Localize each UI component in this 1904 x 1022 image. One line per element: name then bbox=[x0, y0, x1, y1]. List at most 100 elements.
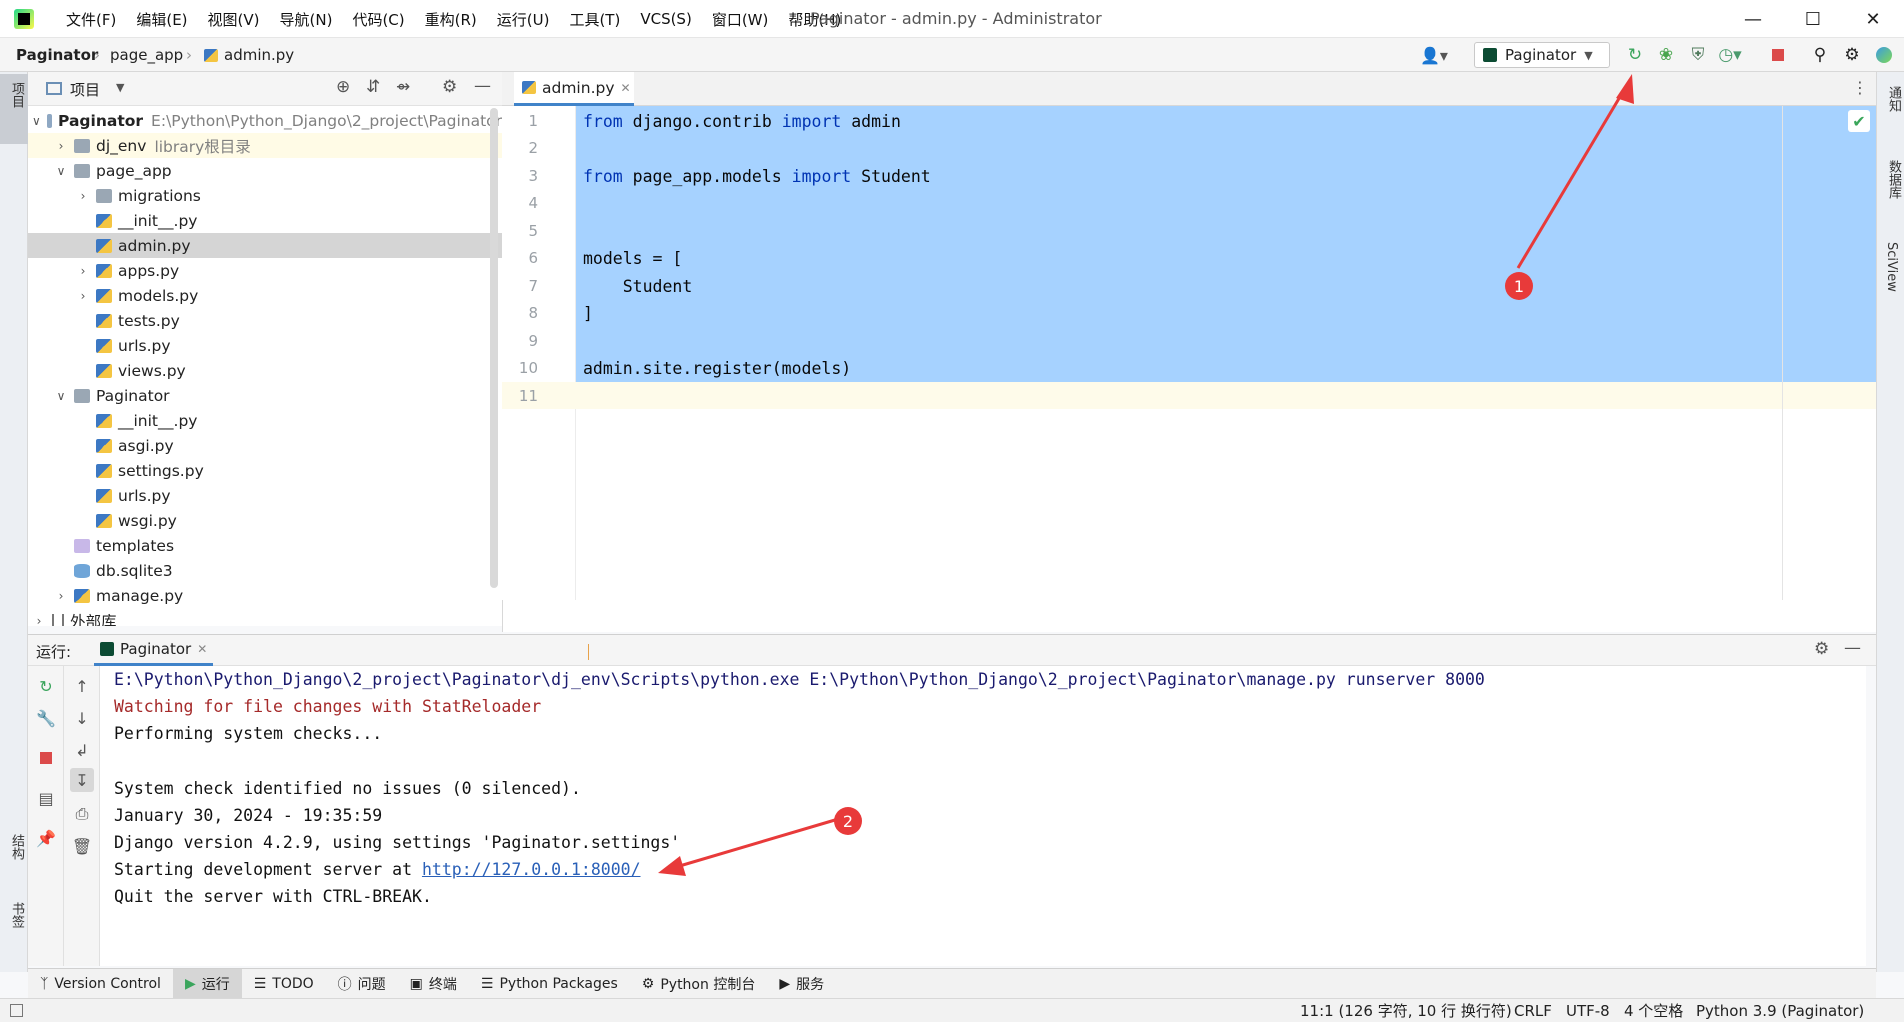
tree-item-tests-py[interactable]: tests.py bbox=[28, 308, 502, 333]
tree-item-asgi-py[interactable]: asgi.py bbox=[28, 433, 502, 458]
gear-icon[interactable]: ⚙ bbox=[1838, 40, 1866, 70]
maximize-button[interactable]: ☐ bbox=[1790, 0, 1836, 38]
packages-icon: ☰ bbox=[480, 975, 494, 992]
hide-panel-icon[interactable]: — bbox=[1844, 638, 1861, 658]
menu-refactor[interactable]: 重构(R) bbox=[415, 9, 487, 30]
tool-problems[interactable]: ⓘ 问题 bbox=[326, 969, 398, 999]
breadcrumb-project[interactable]: Paginator bbox=[16, 38, 98, 72]
tree-item-manage-py[interactable]: › manage.py bbox=[28, 583, 502, 608]
rerun-icon[interactable]: ↻ bbox=[34, 674, 58, 698]
tab-admin-py[interactable]: admin.py ✕ bbox=[514, 72, 634, 106]
layout-icon[interactable]: ▤ bbox=[34, 786, 58, 810]
inspection-ok-icon[interactable]: ✔ bbox=[1848, 110, 1870, 132]
wrench-icon[interactable]: 🔧 bbox=[34, 706, 58, 730]
menu-vcs[interactable]: VCS(S) bbox=[630, 10, 701, 28]
tree-item-external-libraries[interactable]: › 外部库 bbox=[28, 608, 502, 626]
menu-code[interactable]: 代码(C) bbox=[342, 9, 414, 30]
tree-scrollbar[interactable] bbox=[490, 108, 498, 588]
debug-icon[interactable]: ❀ bbox=[1652, 40, 1680, 70]
close-tab-icon[interactable]: ✕ bbox=[621, 81, 631, 95]
tool-services[interactable]: ▶ 服务 bbox=[767, 969, 836, 999]
hide-panel-icon[interactable]: — bbox=[474, 76, 491, 96]
tree-item-paginator-package[interactable]: ∨ Paginator bbox=[28, 383, 502, 408]
arrow-up-icon[interactable]: ↑ bbox=[70, 674, 94, 698]
tree-item-apps-py[interactable]: › apps.py bbox=[28, 258, 502, 283]
line-separator[interactable]: CRLF bbox=[1514, 999, 1552, 1022]
tree-item-urls-py[interactable]: urls.py bbox=[28, 483, 502, 508]
tool-run[interactable]: ▶ 运行 bbox=[172, 968, 242, 999]
chevron-down-icon[interactable]: ▼ bbox=[116, 81, 124, 94]
menu-view[interactable]: 视图(V) bbox=[198, 9, 270, 30]
tree-item-init-py[interactable]: __init__.py bbox=[28, 208, 502, 233]
tree-item-page-app[interactable]: ∨ page_app bbox=[28, 158, 502, 183]
tool-python-packages[interactable]: ☰ Python Packages bbox=[469, 969, 630, 999]
pin-icon[interactable]: 📌 bbox=[34, 826, 58, 850]
tree-item-templates[interactable]: templates bbox=[28, 533, 502, 558]
tree-item-models-py[interactable]: › models.py bbox=[28, 283, 502, 308]
menu-navigate[interactable]: 导航(N) bbox=[270, 9, 343, 30]
print-icon[interactable]: ⎙ bbox=[70, 802, 94, 826]
toolbox-icon[interactable] bbox=[1870, 40, 1898, 70]
tree-item-migrations[interactable]: › migrations bbox=[28, 183, 502, 208]
tree-item-label: urls.py bbox=[118, 336, 171, 355]
tool-terminal[interactable]: ▣ 终端 bbox=[398, 969, 469, 999]
tree-item-label: admin.py bbox=[118, 236, 191, 255]
collapse-all-icon[interactable]: ⇴ bbox=[396, 77, 410, 97]
stop-icon[interactable] bbox=[1764, 40, 1792, 70]
caret-position[interactable]: 11:1 (126 字符, 10 行 换行符) bbox=[1300, 999, 1512, 1022]
tree-item-dj-env[interactable]: › dj_env library根目录 bbox=[28, 133, 502, 158]
run-tab-paginator[interactable]: Paginator ✕ bbox=[94, 635, 214, 666]
python-file-icon bbox=[96, 513, 112, 528]
tree-item-init-py[interactable]: __init__.py bbox=[28, 408, 502, 433]
breadcrumb-folder[interactable]: page_app bbox=[110, 38, 183, 72]
expand-all-icon[interactable]: ⇵ bbox=[366, 77, 380, 97]
tree-item-wsgi-py[interactable]: wsgi.py bbox=[28, 508, 502, 533]
python-interpreter[interactable]: Python 3.9 (Paginator) bbox=[1696, 999, 1864, 1022]
minimize-button[interactable]: — bbox=[1730, 0, 1776, 38]
user-icon[interactable]: 👤▾ bbox=[1420, 46, 1448, 65]
scroll-to-end-icon[interactable]: ↧ bbox=[70, 768, 94, 792]
database-tool-label[interactable]: 数据库 bbox=[1884, 160, 1903, 199]
search-icon[interactable]: ⚲ bbox=[1806, 40, 1834, 70]
tree-item-urls-py[interactable]: urls.py bbox=[28, 333, 502, 358]
tool-version-control[interactable]: ᛉ Version Control bbox=[28, 969, 173, 999]
notifications-tool-label[interactable]: 通知 bbox=[1884, 86, 1903, 112]
tool-todo[interactable]: ☰ TODO bbox=[242, 969, 326, 999]
tool-python-console[interactable]: ⚙ Python 控制台 bbox=[630, 969, 768, 999]
tree-item-project-root[interactable]: ∨ Paginator E:\Python\Python_Django\2_pr… bbox=[28, 108, 502, 133]
project-panel-title[interactable]: 项目 bbox=[70, 79, 100, 100]
bookmarks-tool-label[interactable]: 书签 bbox=[7, 902, 26, 928]
menu-window[interactable]: 窗口(W) bbox=[702, 9, 779, 30]
tree-item-views-py[interactable]: views.py bbox=[28, 358, 502, 383]
tree-item-admin-py[interactable]: admin.py bbox=[28, 233, 502, 258]
menu-file[interactable]: 文件(F) bbox=[56, 9, 126, 30]
gear-icon[interactable]: ⚙ bbox=[442, 77, 457, 97]
sciview-tool-label[interactable]: SciView bbox=[1884, 242, 1899, 292]
close-tab-icon[interactable]: ✕ bbox=[197, 642, 207, 656]
stop-icon[interactable] bbox=[34, 746, 58, 770]
line-number: 5 bbox=[528, 222, 538, 240]
project-tool-button[interactable]: 项目 bbox=[0, 74, 28, 144]
soft-wrap-icon[interactable]: ↲ bbox=[70, 738, 94, 762]
indent-setting[interactable]: 4 个空格 bbox=[1624, 999, 1683, 1022]
line-number: 4 bbox=[528, 194, 538, 212]
menu-tools[interactable]: 工具(T) bbox=[559, 9, 630, 30]
arrow-down-icon[interactable]: ↓ bbox=[70, 706, 94, 730]
close-window-button[interactable]: ✕ bbox=[1850, 0, 1896, 38]
menu-run[interactable]: 运行(U) bbox=[487, 9, 560, 30]
gear-icon[interactable]: ⚙ bbox=[1814, 639, 1829, 659]
file-encoding[interactable]: UTF-8 bbox=[1566, 999, 1610, 1022]
toggle-tool-windows-icon[interactable] bbox=[10, 1004, 23, 1017]
coverage-icon[interactable]: ⛨ bbox=[1684, 40, 1712, 70]
profile-icon[interactable]: ◷▾ bbox=[1716, 40, 1744, 70]
tree-item-settings-py[interactable]: settings.py bbox=[28, 458, 502, 483]
server-url-link[interactable]: http://127.0.0.1:8000/ bbox=[422, 860, 641, 879]
more-options-icon[interactable]: ⋮ bbox=[1852, 78, 1868, 97]
locate-icon[interactable]: ⊕ bbox=[336, 77, 350, 97]
tree-item-db-sqlite3[interactable]: db.sqlite3 bbox=[28, 558, 502, 583]
trash-icon[interactable]: 🗑 bbox=[70, 834, 94, 858]
tree-item-label: Paginator bbox=[96, 386, 170, 405]
structure-tool-label[interactable]: 结构 bbox=[7, 834, 26, 860]
menu-edit[interactable]: 编辑(E) bbox=[126, 9, 197, 30]
breadcrumb-file[interactable]: admin.py bbox=[224, 38, 294, 72]
